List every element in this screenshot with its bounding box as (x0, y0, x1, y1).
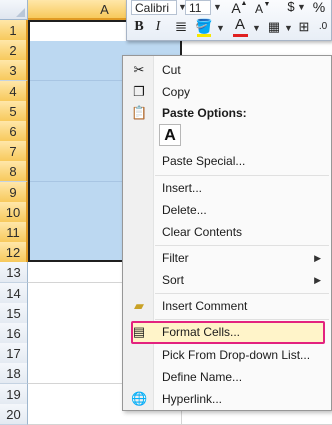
italic-button[interactable]: I (151, 18, 165, 36)
menu-item-insert[interactable]: Insert... (125, 177, 329, 199)
grow-arrow-icon: ▲ (240, 0, 248, 7)
row-header[interactable]: 16 (0, 323, 28, 344)
menu-item-cut[interactable]: ✂ Cut (125, 59, 329, 81)
menu-separator (155, 175, 329, 176)
row-header[interactable]: 17 (0, 343, 28, 365)
scissors-icon: ✂ (133, 62, 145, 77)
row-header[interactable]: 13 (0, 262, 28, 284)
menu-item-label: Cut (162, 63, 181, 77)
row-header[interactable]: 4 (0, 80, 28, 102)
row-header[interactable]: 12 (0, 242, 28, 264)
menu-separator (155, 319, 329, 320)
row-header[interactable]: 10 (0, 201, 28, 223)
font-name-box[interactable]: Calibri (131, 0, 177, 15)
borders-icon[interactable]: ▦ (267, 18, 281, 36)
row-header[interactable]: 6 (0, 121, 28, 142)
menu-item-label: Paste Options: (162, 106, 247, 120)
menu-item-label: Insert... (162, 181, 203, 195)
menu-item-copy[interactable]: ❐ Copy (125, 81, 329, 103)
menu-item-delete[interactable]: Delete... (125, 199, 329, 221)
menu-item-label: Delete... (162, 203, 207, 217)
menu-item-label: Define Name... (162, 370, 243, 384)
borders-dropdown-icon[interactable]: ▼ (284, 21, 293, 36)
fill-color-icon[interactable]: 🪣 (195, 17, 213, 35)
row-header[interactable]: 8 (0, 161, 28, 183)
fill-color-dropdown-icon[interactable]: ▼ (216, 21, 225, 36)
submenu-arrow-icon: ▶ (314, 275, 321, 285)
font-color-dropdown-icon[interactable]: ▼ (252, 21, 261, 36)
row-header[interactable]: 7 (0, 141, 28, 163)
mini-toolbar: Calibri ▼ 11 ▼ A ▲ A ▼ $ ▼ % B I ≣ 🪣 ▼ A… (126, 0, 332, 41)
menu-item-filter[interactable]: Filter ▶ (125, 247, 329, 269)
paste-values-icon[interactable]: A (159, 124, 181, 146)
copy-icon: ❐ (133, 84, 145, 99)
context-menu: ✂ Cut ❐ Copy 📋 Paste Options: A Paste Sp… (122, 55, 332, 411)
menu-item-paste-options: 📋 Paste Options: (125, 102, 329, 124)
shrink-arrow-icon: ▼ (263, 1, 271, 8)
menu-item-format-cells[interactable]: ▤ Format Cells... (125, 321, 329, 343)
menu-item-pick-from-list[interactable]: Pick From Drop-down List... (125, 344, 329, 366)
menu-item-label: Insert Comment (162, 299, 248, 313)
menu-item-label: Sort (162, 273, 185, 287)
fill-color-bar (197, 34, 211, 37)
paste-icon: 📋 (131, 105, 148, 120)
row-header[interactable]: 1 (0, 20, 28, 41)
menu-item-label: Clear Contents (162, 225, 243, 239)
menu-item-label: Copy (162, 85, 191, 99)
row-header[interactable]: 18 (0, 363, 28, 385)
font-size-dropdown-icon[interactable]: ▼ (213, 0, 222, 15)
row-header[interactable]: 14 (0, 282, 28, 304)
menu-item-label: Filter (162, 251, 189, 265)
menu-item-define-name[interactable]: Define Name... (125, 366, 329, 388)
row-header[interactable]: 9 (0, 181, 28, 203)
menu-item-label: Paste Special... (162, 154, 246, 168)
percent-button[interactable]: % (312, 0, 326, 16)
align-center-icon[interactable]: ≣ (173, 18, 189, 36)
select-all-corner[interactable] (0, 0, 28, 20)
menu-separator (155, 245, 329, 246)
format-cells-icon: ▤ (132, 324, 146, 339)
menu-item-clear-contents[interactable]: Clear Contents (125, 221, 329, 243)
row-header[interactable]: 5 (0, 100, 28, 122)
currency-icon[interactable]: $ (285, 0, 297, 16)
row-header[interactable]: 3 (0, 60, 28, 82)
hyperlink-icon: 🌐 (131, 391, 148, 406)
decimal-icon[interactable]: .0 (316, 18, 330, 36)
submenu-arrow-icon: ▶ (314, 253, 321, 263)
row-header[interactable]: 19 (0, 383, 28, 405)
row-header[interactable]: 2 (0, 40, 28, 62)
menu-item-hyperlink[interactable]: 🌐 Hyperlink... (125, 388, 329, 410)
merge-icon[interactable]: ⊞ (297, 18, 311, 36)
row-header[interactable]: 20 (0, 403, 28, 425)
menu-separator (155, 293, 329, 294)
font-size-box[interactable]: 11 (185, 0, 211, 15)
menu-item-label: Format Cells... (162, 325, 241, 339)
font-color-bar (233, 34, 248, 37)
menu-item-paste-special[interactable]: Paste Special... (125, 150, 329, 172)
font-color-button[interactable]: A (233, 16, 247, 34)
menu-item-label: Pick From Drop-down List... (162, 348, 311, 362)
currency-dropdown-icon[interactable]: ▼ (297, 0, 306, 15)
menu-item-sort[interactable]: Sort ▶ (125, 269, 329, 291)
menu-item-label: Hyperlink... (162, 392, 223, 406)
row-header[interactable]: 15 (0, 302, 28, 324)
bold-button[interactable]: B (131, 18, 147, 36)
menu-item-insert-comment[interactable]: ▰ Insert Comment (125, 295, 329, 317)
comment-icon: ▰ (134, 298, 144, 313)
row-header[interactable]: 11 (0, 222, 28, 243)
